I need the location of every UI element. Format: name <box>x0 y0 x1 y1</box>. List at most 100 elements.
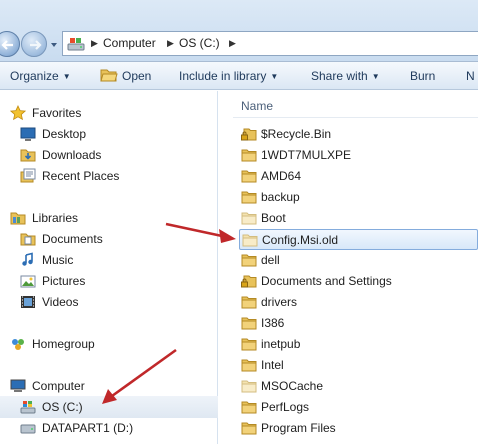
include-in-library-button[interactable]: Include in library ▼ <box>179 69 278 83</box>
nav-libraries-label: Libraries <box>32 211 79 225</box>
file-name: drivers <box>261 295 298 309</box>
breadcrumb-separator-icon[interactable]: ▶ <box>229 38 236 49</box>
caret-down-icon: ▼ <box>270 72 279 81</box>
file-name: 1WDT7MULXPE <box>261 148 352 162</box>
file-name: Config.Msi.old <box>262 233 339 247</box>
file-name: dell <box>261 253 280 267</box>
file-row[interactable]: Config.Msi.old <box>239 229 478 250</box>
drive-icon <box>67 38 85 51</box>
file-row[interactable]: Program Files <box>239 418 478 439</box>
nav-videos-label: Videos <box>42 295 79 309</box>
nav-recent-places-label: Recent Places <box>42 169 120 183</box>
burn-button[interactable]: Burn <box>410 69 435 83</box>
nav-downloads-label: Downloads <box>42 148 102 162</box>
file-row[interactable]: inetpub <box>239 334 478 355</box>
documents-icon <box>20 233 36 246</box>
faded-folder-icon <box>242 234 258 247</box>
system-drive-icon <box>20 401 36 414</box>
column-header-divider <box>233 117 478 118</box>
file-row[interactable]: I386 <box>239 313 478 334</box>
nav-homegroup-label: Homegroup <box>32 337 95 351</box>
file-name: $Recycle.Bin <box>261 127 332 141</box>
address-bar: ▶ Computer ▶ OS (C:) ▶ <box>0 0 478 62</box>
videos-icon <box>21 296 35 308</box>
forward-arrow-icon <box>30 40 42 50</box>
locked-folder-icon <box>241 275 257 288</box>
folder-icon <box>241 254 257 267</box>
breadcrumb-separator-icon[interactable]: ▶ <box>167 38 174 49</box>
nav-datapart1-label: DATAPART1 (D:) <box>42 421 134 435</box>
file-list: Name $Recycle.Bin 1WDT7MULXPE AMD64 backup B… <box>219 91 478 444</box>
file-name: inetpub <box>261 337 301 351</box>
file-row[interactable]: MSOCache <box>239 376 478 397</box>
file-row[interactable]: 1WDT7MULXPE <box>239 145 478 166</box>
file-row[interactable]: PerfLogs <box>239 397 478 418</box>
caret-down-icon: ▼ <box>371 72 380 81</box>
folder-icon <box>241 359 257 372</box>
faded-folder-icon <box>241 380 257 393</box>
new-folder-button[interactable]: N <box>466 69 475 83</box>
new-folder-label: N <box>466 69 475 83</box>
file-name: Boot <box>261 211 286 225</box>
file-row[interactable]: drivers <box>239 292 478 313</box>
folder-icon <box>241 170 257 183</box>
file-name: backup <box>261 190 300 204</box>
open-label: Open <box>122 69 152 83</box>
back-arrow-icon <box>1 40 13 50</box>
file-name: PerfLogs <box>261 400 310 414</box>
nav-pictures-label: Pictures <box>42 274 86 288</box>
faded-folder-icon <box>241 212 257 225</box>
share-with-button[interactable]: Share with ▼ <box>311 69 380 83</box>
file-name: AMD64 <box>261 169 302 183</box>
star-icon <box>10 105 26 121</box>
folder-icon <box>241 296 257 309</box>
folder-icon <box>241 401 257 414</box>
file-name: Documents and Settings <box>261 274 392 288</box>
nav-documents-label: Documents <box>42 232 103 246</box>
file-row[interactable]: Boot <box>239 208 478 229</box>
caret-down-icon: ▼ <box>62 72 71 81</box>
recent-places-icon <box>20 168 36 183</box>
organize-label: Organize <box>10 69 59 83</box>
forward-button[interactable] <box>21 31 47 57</box>
folder-icon <box>241 338 257 351</box>
column-header-name[interactable]: Name <box>241 99 273 113</box>
folder-icon <box>241 422 257 435</box>
file-name: Program Files <box>261 421 336 435</box>
organize-button[interactable]: Organize ▼ <box>10 69 71 83</box>
file-row[interactable]: Documents and Settings <box>239 271 478 292</box>
file-row[interactable]: $Recycle.Bin <box>239 124 478 145</box>
file-row[interactable]: backup <box>239 187 478 208</box>
command-bar: Organize ▼ Open Include in library ▼ Share… <box>0 62 478 90</box>
share-with-label: Share with <box>311 69 368 83</box>
nav-computer-label: Computer <box>32 379 85 393</box>
locked-folder-icon <box>241 128 257 141</box>
open-folder-icon <box>100 69 118 82</box>
address-input[interactable]: ▶ Computer ▶ OS (C:) ▶ <box>62 31 478 56</box>
desktop-icon <box>20 127 36 141</box>
file-name: MSOCache <box>261 379 324 393</box>
file-row[interactable]: dell <box>239 250 478 271</box>
nav-music-label: Music <box>42 253 74 267</box>
music-icon <box>22 252 33 266</box>
hard-drive-icon <box>20 424 36 434</box>
nav-favorites-label: Favorites <box>32 106 82 120</box>
breadcrumb-computer[interactable]: Computer <box>103 36 156 50</box>
back-button[interactable] <box>0 31 20 57</box>
file-name: Intel <box>261 358 284 372</box>
include-in-library-label: Include in library <box>179 69 267 83</box>
nav-desktop-label: Desktop <box>42 127 87 141</box>
homegroup-icon <box>12 339 24 350</box>
nav-os-c-label: OS (C:) <box>42 400 83 414</box>
burn-label: Burn <box>410 69 436 83</box>
file-row[interactable]: AMD64 <box>239 166 478 187</box>
breadcrumb-separator-icon[interactable]: ▶ <box>91 38 98 49</box>
folder-icon <box>241 317 257 330</box>
downloads-folder-icon <box>20 149 36 162</box>
file-name: I386 <box>261 316 285 330</box>
breadcrumb-os-c[interactable]: OS (C:) <box>179 36 220 50</box>
file-row[interactable]: Intel <box>239 355 478 376</box>
computer-icon <box>10 379 26 392</box>
recent-pages-dropdown-icon[interactable] <box>50 41 58 49</box>
open-button[interactable]: Open <box>122 69 151 83</box>
